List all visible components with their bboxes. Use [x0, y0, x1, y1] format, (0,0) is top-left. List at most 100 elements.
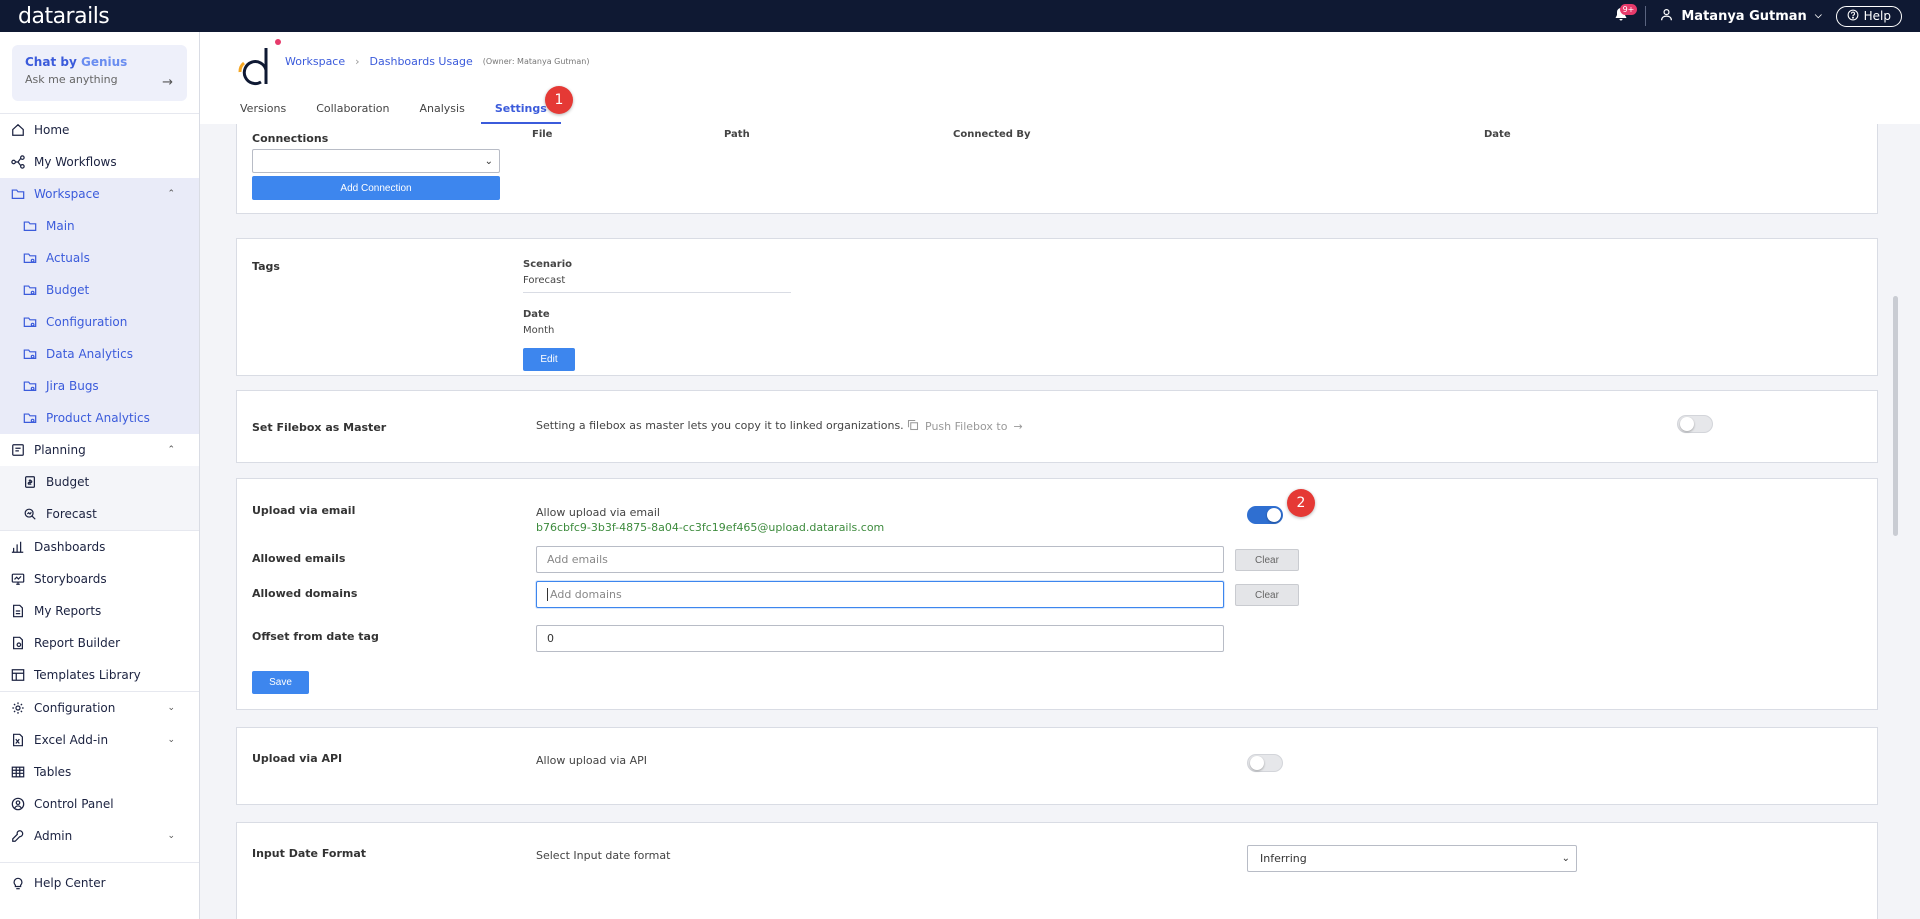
allowed-emails-input[interactable]: Add emails	[536, 546, 1224, 573]
sidebar-item-my-reports[interactable]: My Reports	[0, 595, 199, 627]
notifications-bell-icon[interactable]: 9+	[1613, 4, 1638, 25]
offset-input[interactable]: 0	[536, 625, 1224, 652]
sidebar-item-planning[interactable]: Planning ⌃	[0, 434, 199, 466]
chevron-up-icon[interactable]: ⌃	[167, 445, 175, 455]
arrow-right-icon[interactable]: →	[162, 75, 173, 90]
push-filebox-label: Push Filebox to	[925, 420, 1008, 433]
offset-label: Offset from date tag	[252, 630, 379, 643]
home-icon	[11, 123, 25, 137]
sidebar-item-label: Data Analytics	[46, 347, 133, 361]
chevron-up-icon[interactable]: ⌃	[167, 189, 175, 199]
toggle-knob	[1680, 417, 1694, 431]
date-format-select[interactable]: Inferring ⌄	[1247, 845, 1577, 872]
sidebar-item-label: Admin	[34, 829, 73, 843]
sidebar-item-templates-library[interactable]: Templates Library	[0, 659, 199, 691]
chevron-down-icon[interactable]: ⌄	[167, 735, 175, 745]
sidebar-item-main[interactable]: Main	[0, 210, 199, 242]
sidebar-item-label: Tables	[34, 765, 72, 779]
datarails-logo[interactable]: datarails	[18, 4, 110, 29]
sidebar-item-storyboards[interactable]: Storyboards	[0, 563, 199, 595]
file-header: Workspace › Dashboards Usage (Owner: Mat…	[200, 32, 1920, 124]
sidebar-item-configuration-folder[interactable]: Configuration	[0, 306, 199, 338]
sidebar-item-budget[interactable]: Budget	[0, 274, 199, 306]
folder-icon	[23, 219, 37, 233]
sidebar-item-tables[interactable]: Tables	[0, 756, 199, 788]
top-bar: datarails 9+ Matanya Gutman ⌵ Help	[0, 0, 1920, 32]
connection-type-select[interactable]: ⌄	[252, 149, 500, 173]
sidebar-item-label: Home	[34, 123, 70, 137]
sidebar-item-label: Dashboards	[34, 540, 106, 554]
chevron-down-icon[interactable]: ⌄	[167, 703, 175, 713]
sidebar-item-actuals[interactable]: Actuals	[0, 242, 199, 274]
input-date-format-label: Input Date Format	[252, 847, 367, 860]
upload-via-email-toggle[interactable]	[1247, 506, 1283, 524]
sidebar-item-label: Budget	[46, 283, 90, 297]
sidebar-item-product-analytics[interactable]: Product Analytics	[0, 402, 199, 434]
sidebar-item-admin[interactable]: Admin ⌄	[0, 820, 199, 852]
status-dot	[275, 39, 281, 45]
sidebar-item-label: Templates Library	[34, 668, 141, 682]
report-builder-icon	[11, 636, 25, 650]
toggle-knob	[1250, 756, 1264, 770]
annotation-marker-1: 1	[545, 86, 573, 114]
sidebar-item-label: Workspace	[34, 187, 100, 201]
push-filebox-link[interactable]: Push Filebox to →	[907, 419, 1023, 434]
sidebar-item-label: Jira Bugs	[46, 379, 99, 393]
sidebar-item-label: Forecast	[46, 507, 97, 521]
sidebar-item-planning-budget[interactable]: Budget	[0, 466, 199, 498]
tab-versions[interactable]: Versions	[240, 98, 286, 124]
column-header-file: File	[532, 129, 553, 140]
chevron-down-icon: ⌵	[1814, 11, 1822, 21]
save-email-settings-button[interactable]: Save	[252, 671, 309, 694]
question-circle-icon	[1847, 9, 1859, 24]
clear-emails-button[interactable]: Clear	[1235, 549, 1299, 571]
sidebar-item-control-panel[interactable]: Control Panel	[0, 788, 199, 820]
sidebar-item-label: My Reports	[34, 604, 102, 618]
upload-email-address[interactable]: b76cbfc9-3b3f-4875-8a04-cc3fc19ef465@upl…	[536, 521, 884, 534]
scrollbar-thumb[interactable]	[1893, 296, 1898, 536]
user-menu[interactable]: Matanya Gutman ⌵	[1660, 8, 1822, 25]
chevron-right-icon: ›	[355, 55, 360, 68]
sidebar-item-data-analytics[interactable]: Data Analytics	[0, 338, 199, 370]
sidebar-item-label: Report Builder	[34, 636, 121, 650]
sidebar-item-label: Actuals	[46, 251, 90, 265]
sidebar-item-label: Configuration	[34, 701, 116, 715]
divider	[0, 862, 199, 863]
breadcrumb-file[interactable]: Dashboards Usage	[370, 55, 473, 68]
sidebar-item-report-builder[interactable]: Report Builder	[0, 627, 199, 659]
column-header-connected-by: Connected By	[953, 129, 1031, 140]
sidebar-item-workspace[interactable]: Workspace ⌃	[0, 178, 199, 210]
sidebar-item-dashboards[interactable]: Dashboards	[0, 531, 199, 563]
add-connection-button[interactable]: Add Connection	[252, 176, 500, 200]
allowed-domains-placeholder: Add domains	[550, 588, 622, 601]
allow-upload-api-label: Allow upload via API	[536, 754, 648, 767]
tab-collaboration[interactable]: Collaboration	[316, 98, 389, 124]
allowed-domains-input[interactable]: Add domains	[536, 581, 1224, 608]
sidebar-item-excel-add-in[interactable]: Excel Add-in ⌄	[0, 724, 199, 756]
chevron-down-icon[interactable]: ⌄	[167, 831, 175, 841]
date-format-selected: Inferring	[1260, 852, 1307, 865]
sidebar-item-label: Product Analytics	[46, 411, 150, 425]
folder-icon	[11, 187, 25, 201]
sidebar-item-label: My Workflows	[34, 155, 117, 169]
sidebar-item-help-center[interactable]: Help Center	[0, 867, 199, 899]
clear-domains-button[interactable]: Clear	[1235, 584, 1299, 606]
planning-icon	[11, 443, 25, 457]
sidebar-item-forecast[interactable]: Forecast	[0, 498, 199, 530]
tab-analysis[interactable]: Analysis	[420, 98, 465, 124]
date-value: Month	[523, 325, 555, 336]
breadcrumb-workspace[interactable]: Workspace	[285, 55, 345, 68]
edit-tags-button[interactable]: Edit	[523, 348, 575, 371]
sidebar-item-home[interactable]: Home	[0, 114, 199, 146]
tags-label: Tags	[252, 260, 280, 273]
forecast-icon	[23, 507, 37, 521]
sidebar: Chat by Genius Ask me anything → Home My…	[0, 32, 200, 919]
sidebar-item-jira-bugs[interactable]: Jira Bugs	[0, 370, 199, 402]
genius-chat-box[interactable]: Chat by Genius Ask me anything →	[12, 45, 187, 101]
content-scrollbar[interactable]	[1893, 124, 1898, 919]
sidebar-item-configuration[interactable]: Configuration ⌄	[0, 692, 199, 724]
sidebar-item-my-workflows[interactable]: My Workflows	[0, 146, 199, 178]
set-master-toggle[interactable]	[1677, 415, 1713, 433]
upload-via-api-toggle[interactable]	[1247, 754, 1283, 772]
help-button[interactable]: Help	[1835, 5, 1902, 27]
